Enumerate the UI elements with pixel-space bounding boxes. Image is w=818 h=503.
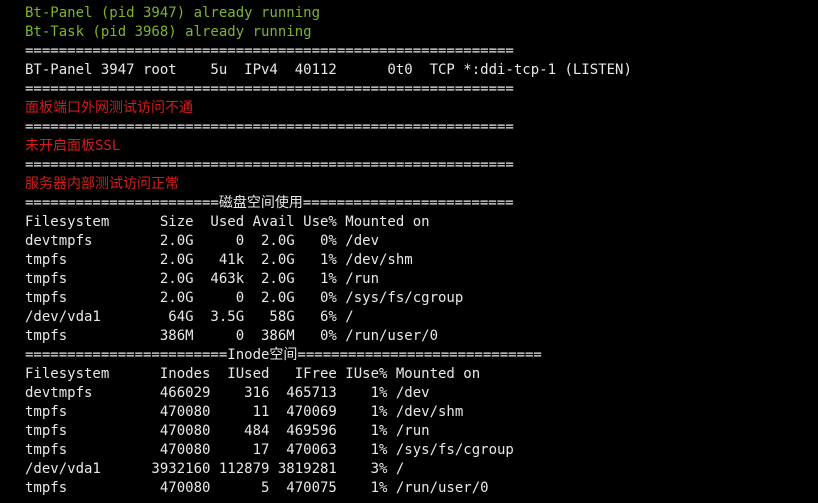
warning-line: 服务器内部测试访问正常 bbox=[25, 176, 179, 192]
terminal-window[interactable]: Bt-Panel (pid 3947) already running Bt-T… bbox=[0, 0, 818, 503]
table-header: Filesystem Inodes IUsed IFree IUse% Moun… bbox=[25, 366, 481, 382]
table-row: tmpfs 470080 5 470075 1% /run/user/0 bbox=[25, 480, 489, 496]
table-row: devtmpfs 466029 316 465713 1% /dev bbox=[25, 385, 430, 401]
table-row: tmpfs 2.0G 41k 2.0G 1% /dev/shm bbox=[25, 252, 413, 268]
section-header-disk: =======================磁盘空间使用===========… bbox=[25, 195, 514, 211]
table-row: tmpfs 2.0G 0 2.0G 0% /sys/fs/cgroup bbox=[25, 290, 464, 306]
table-row: tmpfs 470080 11 470069 1% /dev/shm bbox=[25, 404, 464, 420]
terminal-line: BT-Panel 3947 root 5u IPv4 40112 0t0 TCP… bbox=[25, 62, 632, 78]
warning-line: 未开启面板SSL bbox=[25, 138, 121, 154]
table-row: tmpfs 386M 0 386M 0% /run/user/0 bbox=[25, 328, 439, 344]
table-row: tmpfs 470080 484 469596 1% /run bbox=[25, 423, 430, 439]
section-header-inode: ========================Inode空间=========… bbox=[25, 347, 542, 363]
table-row: devtmpfs 2.0G 0 2.0G 0% /dev bbox=[25, 233, 380, 249]
table-row: /dev/vda1 64G 3.5G 58G 6% / bbox=[25, 309, 354, 325]
separator-line: ========================================… bbox=[25, 119, 514, 135]
table-header: Filesystem Size Used Avail Use% Mounted … bbox=[25, 214, 430, 230]
terminal-line: Bt-Task (pid 3968) already running bbox=[25, 24, 312, 40]
warning-line: 面板端口外网测试访问不通 bbox=[25, 100, 193, 116]
table-row: tmpfs 2.0G 463k 2.0G 1% /run bbox=[25, 271, 380, 287]
terminal-line: Bt-Panel (pid 3947) already running bbox=[25, 5, 321, 21]
separator-line: ========================================… bbox=[25, 81, 514, 97]
separator-line: ========================================… bbox=[25, 157, 514, 173]
table-row: /dev/vda1 3932160 112879 3819281 3% / bbox=[25, 461, 405, 477]
table-row: tmpfs 470080 17 470063 1% /sys/fs/cgroup bbox=[25, 442, 514, 458]
separator-line: ========================================… bbox=[25, 43, 514, 59]
